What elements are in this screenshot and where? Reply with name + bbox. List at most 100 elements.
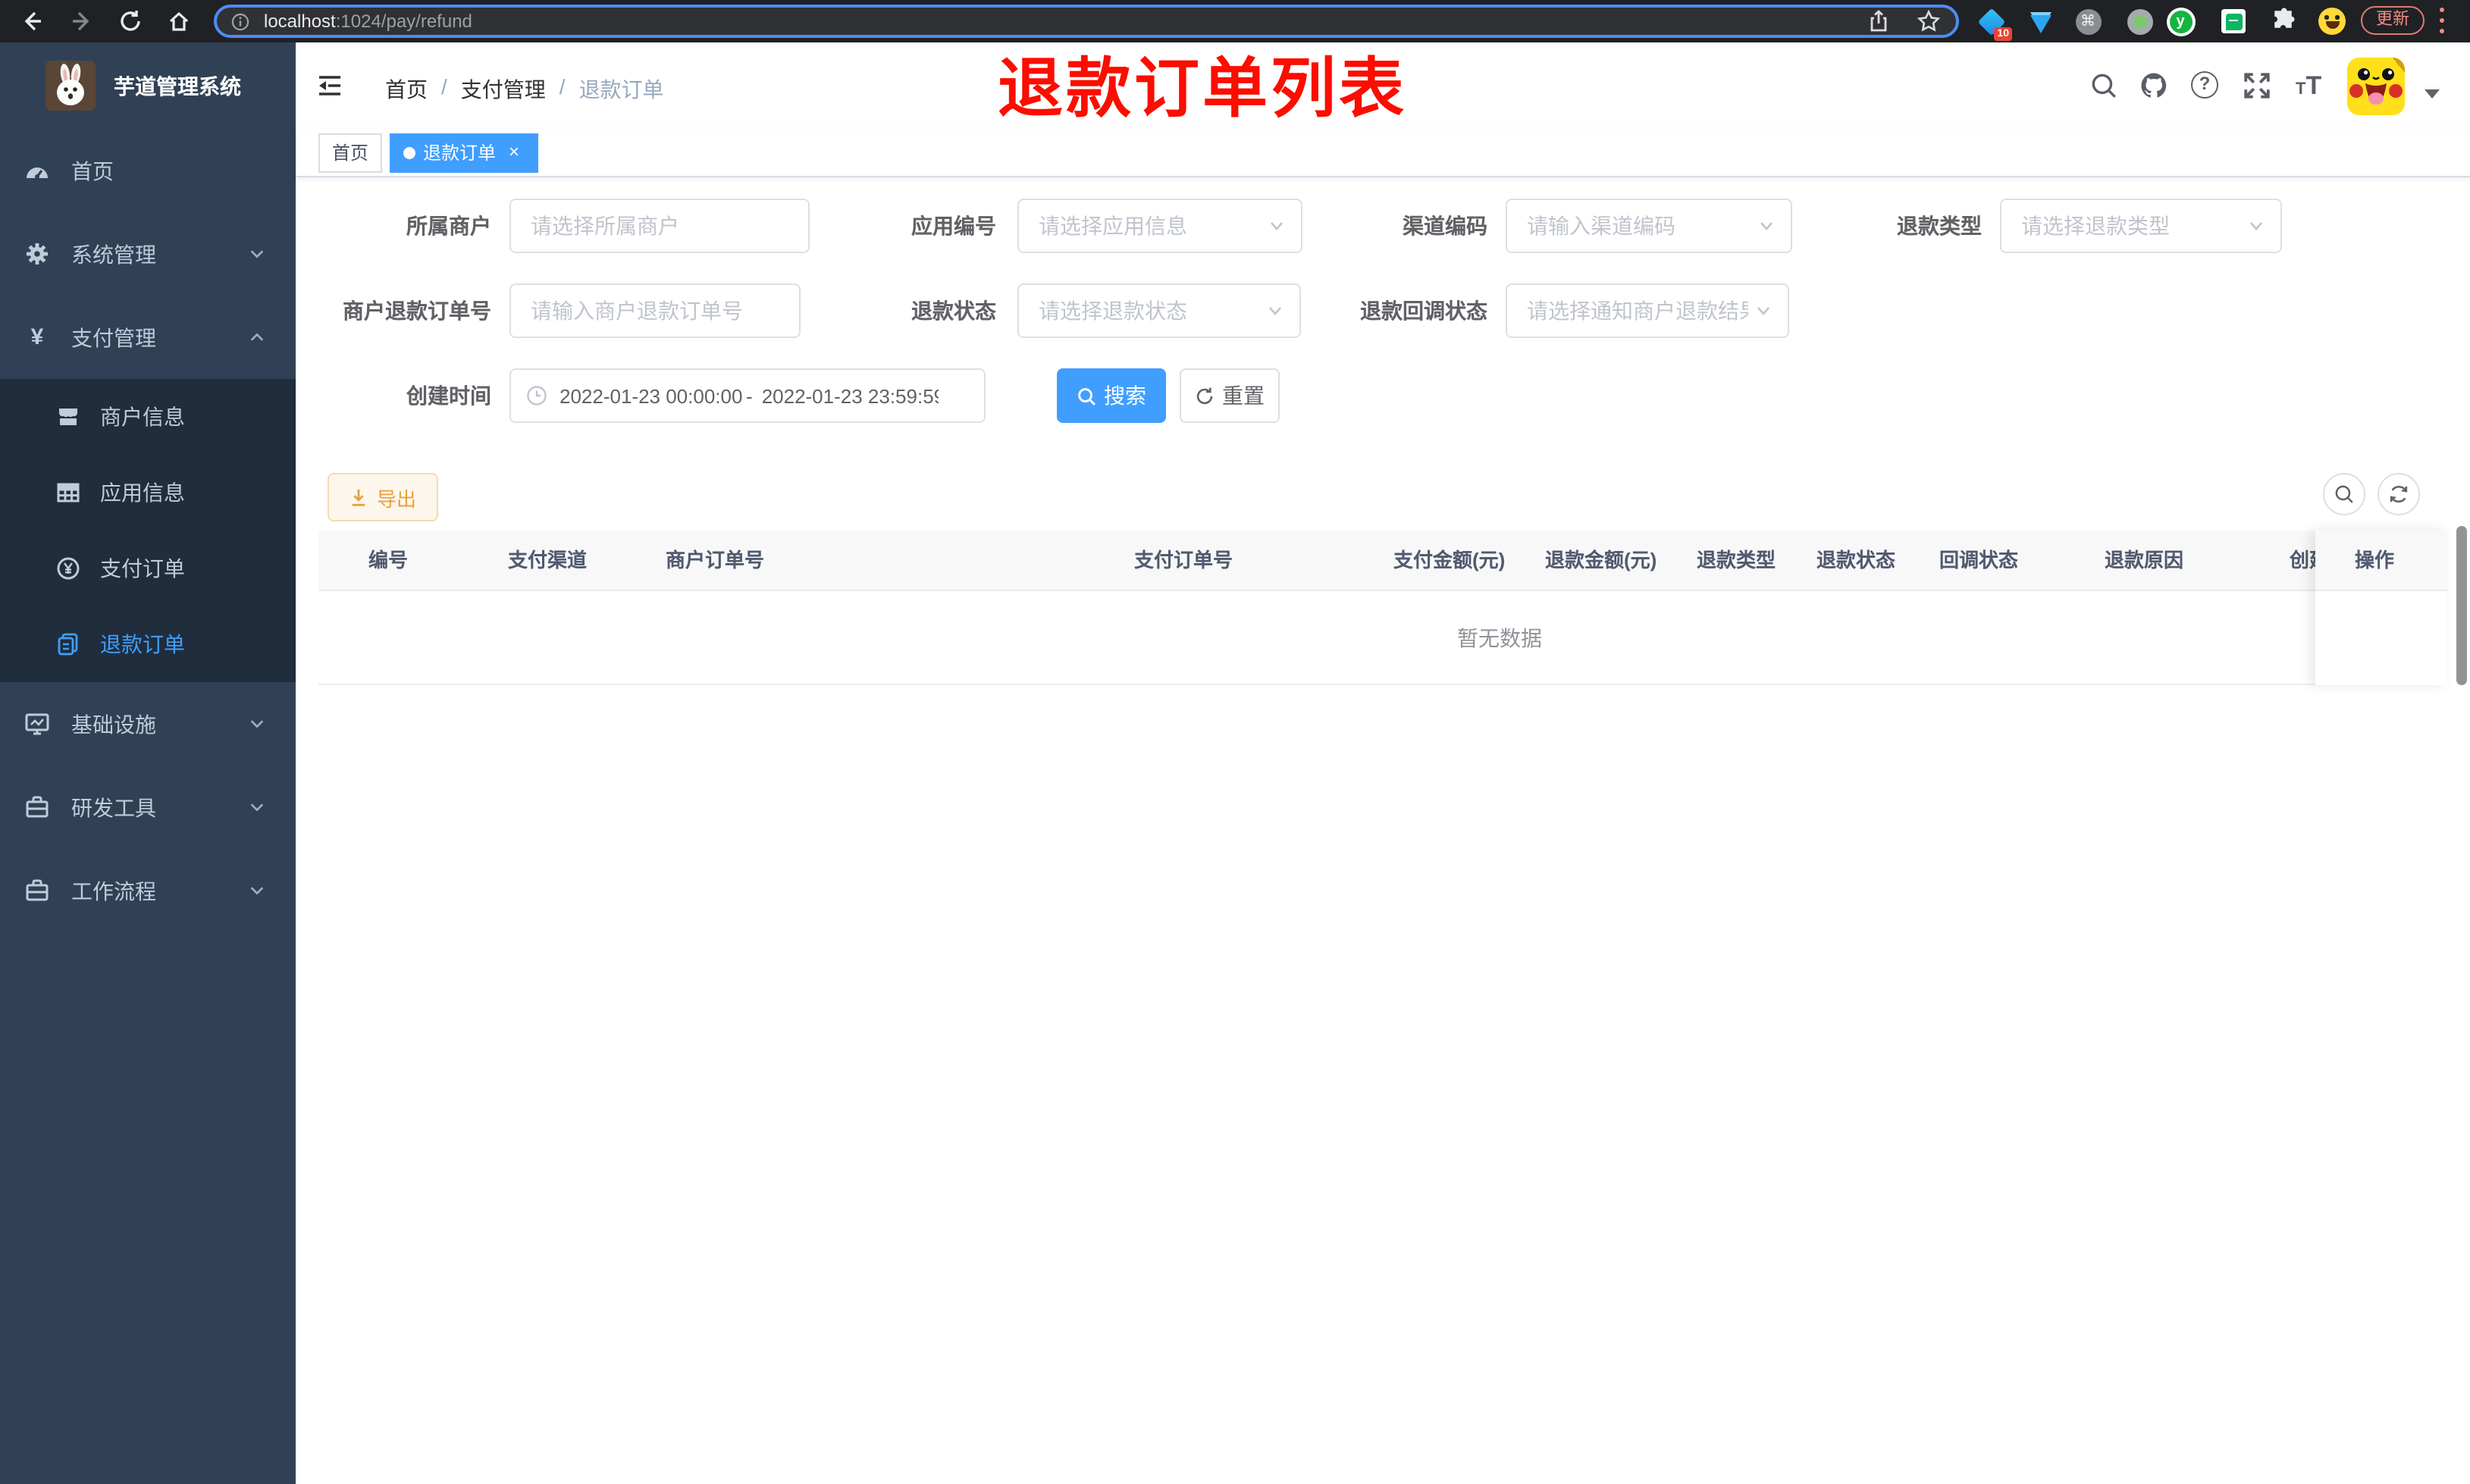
browser-back-icon[interactable]	[20, 9, 44, 33]
share-icon[interactable]	[1867, 9, 1891, 33]
main-area: 首页 / 支付管理 / 退款订单 ? TT 退款订单列表 首页 退款订单 × 所…	[296, 42, 2470, 1484]
extension-y-icon[interactable]: y	[2165, 6, 2196, 36]
sidebar-collapse-icon[interactable]	[317, 73, 343, 99]
merchant-select[interactable]	[509, 199, 810, 253]
clock-icon	[527, 386, 547, 405]
browser-reload-icon[interactable]	[118, 9, 143, 33]
chevron-down-icon	[1271, 222, 1283, 230]
extension-chat-icon[interactable]	[2218, 6, 2249, 36]
refund-type-input[interactable]	[2001, 200, 2280, 252]
download-icon	[353, 488, 366, 506]
col-refund-reason: 退款原因	[2105, 549, 2184, 571]
notify-status-select[interactable]	[1506, 283, 1789, 338]
fixed-action-column: 操作	[2315, 531, 2447, 685]
briefcase-icon	[26, 879, 49, 901]
breadcrumb-home[interactable]: 首页	[385, 74, 428, 105]
extension-blue-diamond-icon[interactable]: 10	[1976, 6, 2012, 41]
refund-status-input[interactable]	[1019, 285, 1299, 337]
github-icon[interactable]	[2139, 71, 2168, 100]
active-dot	[403, 146, 416, 158]
tag-refund-order[interactable]: 退款订单 ×	[390, 133, 539, 172]
browser-forward-icon[interactable]	[70, 9, 94, 33]
grid-table-icon	[57, 483, 80, 502]
refresh-icon	[1196, 387, 1213, 404]
extension-record-icon[interactable]	[2124, 6, 2155, 36]
url-bar[interactable]: localhost:1024/pay/refund	[214, 5, 1959, 38]
refund-table: 编号 支付渠道 商户订单号 支付订单号 支付金额(元) 退款金额(元) 退款类型…	[318, 531, 2447, 685]
sidebar-item-pay-order[interactable]: 支付订单	[0, 531, 296, 606]
browser-home-icon[interactable]	[167, 9, 191, 33]
monitor-chart-icon	[25, 713, 49, 735]
sidebar-item-home[interactable]: 首页	[0, 129, 296, 212]
col-callback-status: 回调状态	[1939, 549, 2019, 571]
chevron-down-icon	[2250, 222, 2262, 230]
sidebar-item-dev-tools[interactable]: 研发工具	[0, 765, 296, 849]
extension-command-icon[interactable]: ⌘	[2073, 6, 2103, 36]
tag-close-icon[interactable]: ×	[503, 141, 525, 163]
chrome-menu-icon[interactable]	[2440, 8, 2446, 33]
extension-gem-icon[interactable]	[2026, 6, 2056, 36]
col-refund-status: 退款状态	[1816, 549, 1896, 571]
pay-submenu: 商户信息 应用信息 支付订单 退款订单	[0, 379, 296, 682]
app-logo-row[interactable]: 芋道管理系统	[0, 42, 296, 129]
export-button[interactable]: 导出	[328, 473, 438, 521]
sidebar-item-system[interactable]: 系统管理	[0, 212, 296, 296]
tag-home[interactable]: 首页	[318, 133, 383, 172]
table-scrollbar-thumb[interactable]	[2456, 526, 2467, 685]
sidebar-item-merchant-info[interactable]: 商户信息	[0, 379, 296, 455]
date-end-value[interactable]: 2022-01-23 23:59:59	[762, 384, 939, 407]
gear-icon	[27, 243, 48, 265]
label-create-time: 创建时间	[406, 384, 491, 408]
chevron-down-icon	[1760, 222, 1773, 230]
app-logo	[45, 61, 96, 111]
chrome-update-button[interactable]: 更新	[2361, 6, 2425, 35]
reset-button[interactable]: 重置	[1180, 368, 1280, 423]
avatar-caret-down-icon[interactable]	[2425, 89, 2440, 99]
merchant-input[interactable]	[511, 200, 808, 252]
top-navbar: 首页 / 支付管理 / 退款订单 ? TT 退款订单列表	[296, 42, 2470, 129]
avatar[interactable]	[2347, 58, 2405, 115]
font-size-icon[interactable]: TT	[2296, 71, 2321, 102]
table-header: 编号 支付渠道 商户订单号 支付订单号 支付金额(元) 退款金额(元) 退款类型…	[318, 531, 2315, 591]
extension-badge: 10	[1994, 27, 2012, 41]
label-merchant-refund-no: 商户退款订单号	[343, 299, 491, 323]
fullscreen-icon[interactable]	[2243, 71, 2271, 100]
channel-input[interactable]	[1507, 200, 1791, 252]
extensions-puzzle-icon[interactable]	[2270, 6, 2300, 36]
site-info-icon[interactable]	[230, 11, 250, 31]
search-icon[interactable]	[2089, 71, 2118, 100]
notify-status-input[interactable]	[1507, 285, 1788, 337]
url-host: localhost	[264, 11, 336, 32]
search-button[interactable]: 搜索	[1057, 368, 1166, 423]
tags-view-bar: 首页 退款订单 ×	[296, 129, 2470, 177]
sidebar-item-workflow[interactable]: 工作流程	[0, 849, 296, 932]
date-start-value[interactable]: 2022-01-23 00:00:00	[560, 384, 743, 407]
chevron-down-icon	[250, 250, 264, 258]
browser-toolbar: localhost:1024/pay/refund 10 ⌘ y 更新	[0, 0, 2470, 42]
col-refund-type: 退款类型	[1697, 549, 1776, 571]
search-icon	[2335, 485, 2353, 503]
sidebar-item-app-info[interactable]: 应用信息	[0, 455, 296, 531]
app-input[interactable]	[1019, 200, 1301, 252]
help-icon[interactable]: ?	[2191, 71, 2218, 99]
sidebar-item-pay[interactable]: ¥ 支付管理	[0, 296, 296, 379]
merchant-refund-no-input[interactable]	[511, 285, 799, 337]
channel-select[interactable]	[1506, 199, 1792, 253]
extension-emoji-icon[interactable]	[2317, 6, 2347, 36]
breadcrumb-pay[interactable]: 支付管理	[461, 74, 546, 105]
sidebar-item-infra[interactable]: 基础设施	[0, 682, 296, 765]
create-time-range-picker[interactable]: 2022-01-23 00:00:00 - 2022-01-23 23:59:5…	[509, 368, 986, 423]
bookmark-star-icon[interactable]	[1917, 9, 1941, 33]
refresh-table-button[interactable]	[2378, 473, 2420, 515]
url-path: :1024/pay/refund	[335, 11, 472, 32]
col-pay-amount: 支付金额(元)	[1393, 549, 1506, 571]
show-search-toggle-button[interactable]	[2323, 473, 2365, 515]
refund-type-select[interactable]	[2000, 199, 2282, 253]
refund-status-select[interactable]	[1017, 283, 1301, 338]
page-annotation-title: 退款订单列表	[998, 53, 1407, 126]
sidebar-item-refund-order[interactable]: 退款订单	[0, 606, 296, 682]
merchant-refund-no-field[interactable]	[509, 283, 801, 338]
app-select[interactable]	[1017, 199, 1302, 253]
label-notify-status: 退款回调状态	[1360, 299, 1487, 323]
empty-placeholder: 暂无数据	[1457, 626, 1542, 650]
